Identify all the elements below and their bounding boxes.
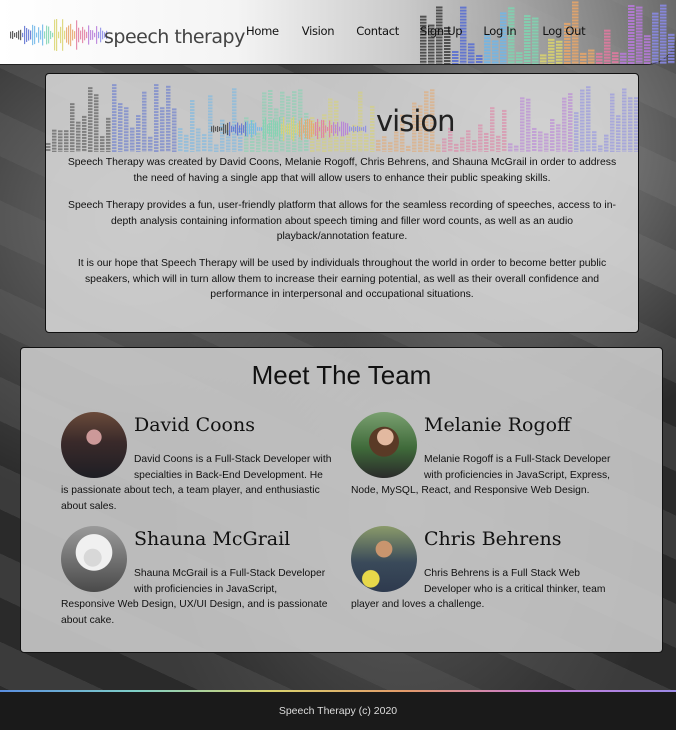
vision-waveform-banner (46, 84, 638, 152)
member-name: Melanie Rogoff (424, 414, 571, 436)
site-header: speech therapy Home Vision Contact Sign … (0, 0, 676, 65)
member-name: Shauna McGrail (134, 528, 291, 550)
main-nav: Home Vision Contact Sign Up Log In Log O… (246, 24, 586, 38)
member-name: David Coons (134, 414, 255, 436)
nav-log-in-link[interactable]: Log In (483, 24, 516, 38)
team-title: Meet The Team (251, 360, 432, 390)
member-name: Chris Behrens (424, 528, 562, 550)
vision-title: vision (376, 104, 456, 138)
site-footer: Speech Therapy (c) 2020 (0, 690, 676, 730)
vision-panel: vision Speech Therapy was created by Dav… (45, 73, 639, 333)
nav-contact-link[interactable]: Contact (356, 24, 399, 38)
footer-copyright: Speech Therapy (c) 2020 (278, 705, 398, 717)
footer-divider (0, 690, 676, 692)
nav-home-link[interactable]: Home (246, 24, 279, 38)
member-bio: Shauna McGrail is a Full-Stack Developer… (61, 568, 328, 626)
member-bio: Chris Behrens is a Full Stack Web Develo… (351, 568, 606, 610)
vision-paragraph-2: Speech Therapy provides a fun, user-frie… (68, 200, 616, 242)
member-bio: Melanie Rogoff is a Full-Stack Developer… (351, 454, 611, 496)
nav-sign-up-link[interactable]: Sign Up (420, 24, 463, 38)
team-panel: Meet The Team David Coons David Coons is… (20, 347, 663, 653)
nav-vision-link[interactable]: Vision (302, 24, 335, 38)
vision-paragraph-3: It is our hope that Speech Therapy will … (77, 258, 607, 300)
nav-log-out-link[interactable]: Log Out (542, 24, 585, 38)
vision-paragraph-1: Speech Therapy was created by David Coon… (67, 157, 617, 184)
logo-text[interactable]: speech therapy (104, 26, 245, 48)
member-bio: David Coons is a Full-Stack Developer wi… (61, 454, 332, 512)
